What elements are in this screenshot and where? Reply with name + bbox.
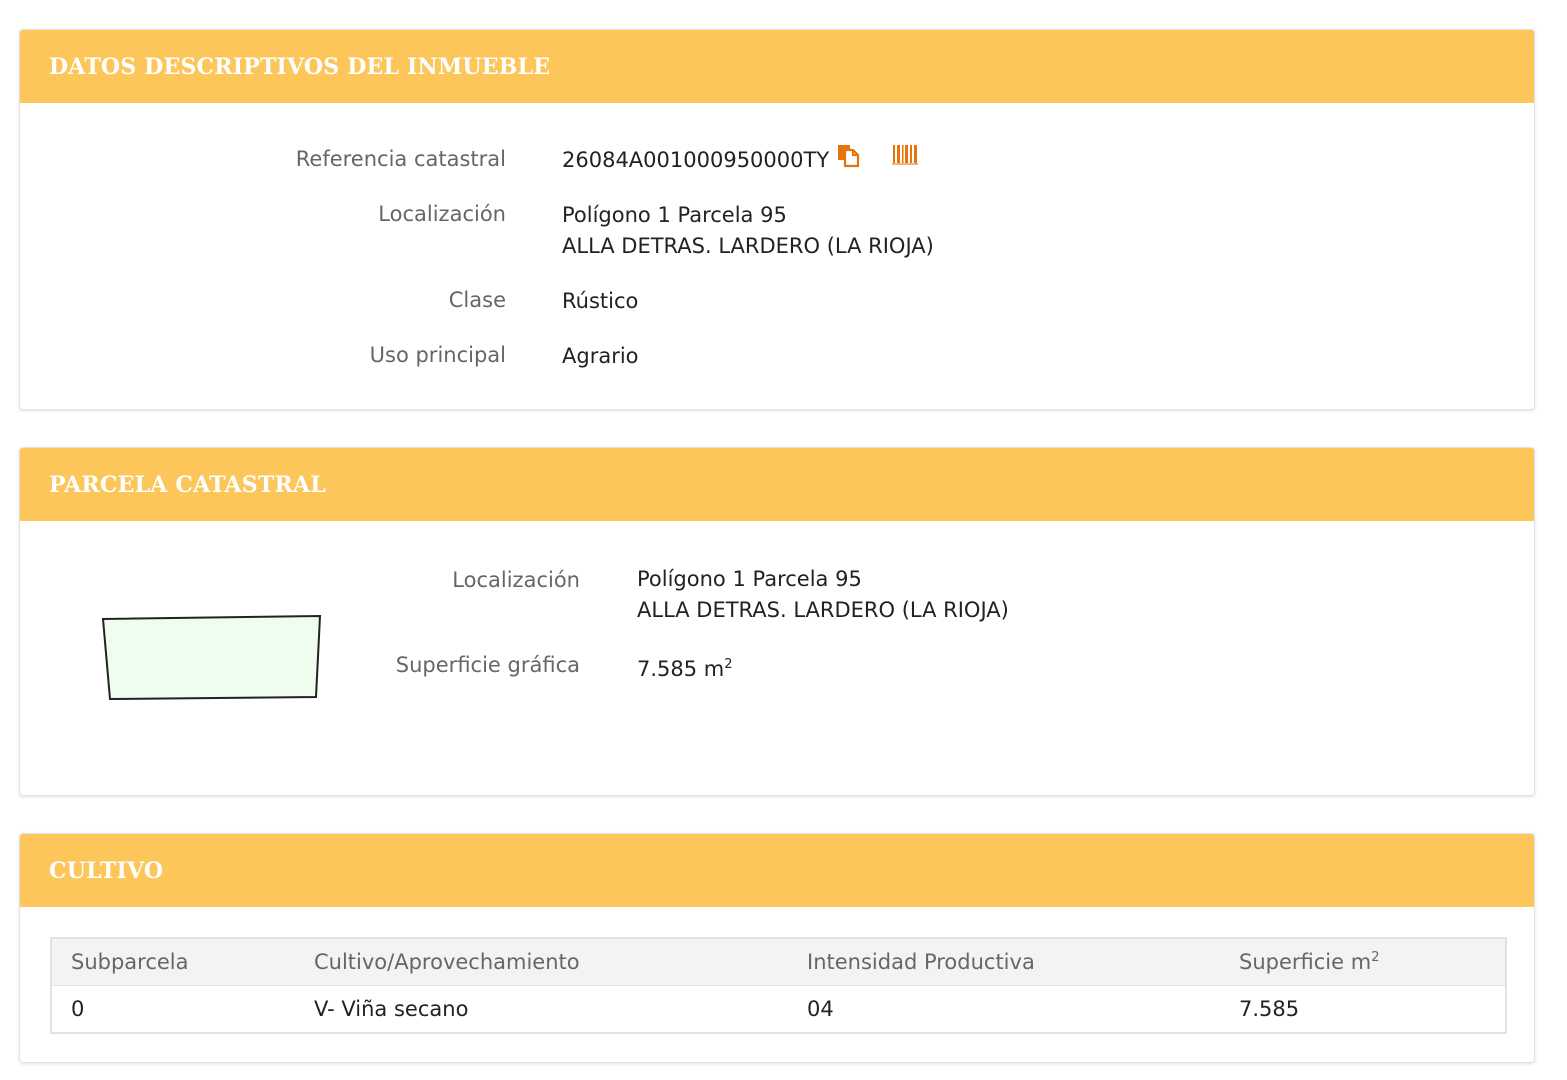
localizacion-label: Localización — [378, 202, 506, 226]
cell-subparcela: 0 — [71, 997, 85, 1021]
superficie-grafica-label: Superficie gráfica — [395, 653, 580, 677]
parcela-catastral-header: PARCELA CATASTRAL — [20, 448, 1534, 521]
cultivo-table-header-row: Subparcela Cultivo/Aprovechamiento Inten… — [51, 938, 1506, 986]
header-subparcela: Subparcela — [51, 938, 295, 986]
cultivo-header: CULTIVO — [20, 834, 1534, 907]
cell-intensidad: 04 — [807, 997, 834, 1021]
datos-descriptivos-panel: DATOS DESCRIPTIVOS DEL INMUEBLE Referenc… — [19, 29, 1535, 410]
cultivo-title: CULTIVO — [49, 857, 164, 884]
referencia-label: Referencia catastral — [295, 147, 506, 171]
uso-principal-value: Agrario — [562, 344, 639, 368]
clase-label: Clase — [448, 288, 506, 312]
superficie-grafica-value: 7.585 m2 — [637, 649, 733, 685]
header-cultivo: Cultivo/Aprovechamiento — [295, 938, 788, 986]
referencia-value: 26084A001000950000TY — [562, 148, 830, 172]
parcela-localizacion-line2: ALLA DETRAS. LARDERO (LA RIOJA) — [637, 598, 1009, 622]
header-intensidad: Intensidad Productiva — [788, 938, 1220, 986]
table-row: 0 V- Viña secano 04 7.585 — [51, 986, 1506, 1034]
cultivo-table: Subparcela Cultivo/Aprovechamiento Inten… — [50, 937, 1507, 1034]
copy-icon[interactable] — [836, 142, 862, 177]
superficie-grafica-number: 7.585 m — [637, 657, 725, 681]
header-superficie-text: Superficie m — [1239, 950, 1372, 974]
header-superficie-exponent: 2 — [1371, 950, 1380, 965]
header-superficie: Superficie m2 — [1220, 938, 1506, 986]
superficie-grafica-exponent: 2 — [724, 657, 733, 672]
datos-descriptivos-title: DATOS DESCRIPTIVOS DEL INMUEBLE — [49, 53, 551, 80]
cell-cultivo: V- Viña secano — [314, 997, 469, 1021]
parcela-catastral-title: PARCELA CATASTRAL — [49, 471, 326, 498]
cell-superficie: 7.585 — [1239, 997, 1300, 1021]
cultivo-panel: CULTIVO Subparcela Cultivo/Aprovechamien… — [19, 833, 1535, 1063]
localizacion-value: Polígono 1 Parcela 95 ALLA DETRAS. LARDE… — [562, 200, 934, 262]
parcela-localizacion-label: Localización — [452, 568, 580, 592]
parcela-catastral-panel: PARCELA CATASTRAL Localización Polígono … — [19, 447, 1535, 796]
parcel-shape-image[interactable] — [100, 613, 326, 703]
localizacion-line2: ALLA DETRAS. LARDERO (LA RIOJA) — [562, 234, 934, 258]
clase-value: Rústico — [562, 289, 639, 313]
parcela-localizacion-line1: Polígono 1 Parcela 95 — [637, 567, 862, 591]
datos-descriptivos-header: DATOS DESCRIPTIVOS DEL INMUEBLE — [20, 30, 1534, 103]
localizacion-line1: Polígono 1 Parcela 95 — [562, 203, 787, 227]
uso-principal-label: Uso principal — [369, 343, 506, 367]
parcela-localizacion-value: Polígono 1 Parcela 95 ALLA DETRAS. LARDE… — [637, 564, 1009, 626]
barcode-icon[interactable] — [891, 142, 919, 177]
referencia-value-row: 26084A001000950000TY — [562, 142, 919, 177]
